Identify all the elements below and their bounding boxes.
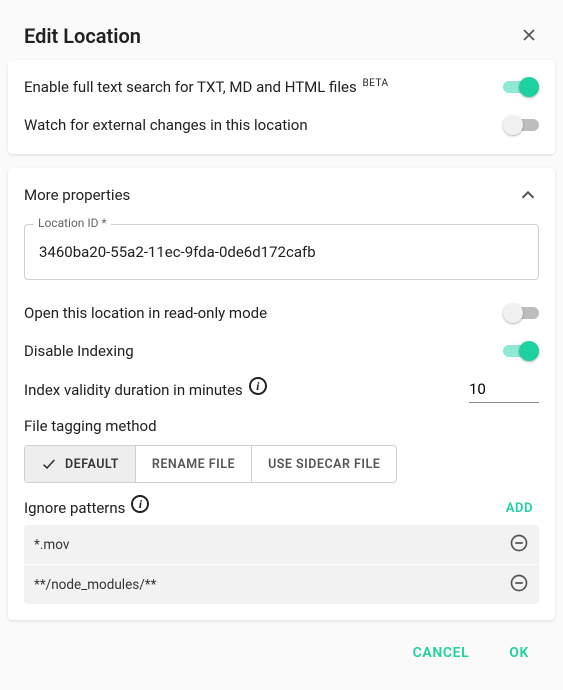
readonly-toggle[interactable] [503,303,539,323]
edit-location-dialog: Edit Location Enable full text search fo… [0,0,563,676]
pattern-text: **/node_modules/** [34,577,156,593]
file-tagging-label: File tagging method [24,417,539,435]
list-item: *.mov [24,525,539,565]
full-text-toggle[interactable] [503,77,539,97]
ignore-patterns-header: Ignore patterns ADD [24,499,539,517]
card-more-properties: More properties Location ID * Open this … [8,168,555,620]
beta-badge: BETA [362,78,388,89]
list-item: **/node_modules/** [24,565,539,604]
tagging-rename-button[interactable]: RENAME FILE [136,446,252,482]
tagging-sidecar-button[interactable]: USE SIDECAR FILE [252,446,396,482]
index-validity-label-wrap: Index validity duration in minutes [24,381,267,399]
location-id-field: Location ID * [24,224,539,280]
location-id-legend: Location ID * [34,216,111,230]
ignore-patterns-label: Ignore patterns [24,499,125,517]
ignore-pattern-list: *.mov **/node_modules/** [24,525,539,604]
remove-pattern-button[interactable] [509,533,529,556]
dialog-actions: CANCEL OK [8,634,555,668]
dialog-title: Edit Location [24,24,141,48]
more-properties-header[interactable]: More properties [24,184,539,220]
info-icon[interactable] [249,377,267,395]
location-id-input[interactable] [24,224,539,280]
row-watch-changes: Watch for external changes in this locat… [24,106,539,144]
row-full-text-search: Enable full text search for TXT, MD and … [24,68,539,106]
full-text-label-text: Enable full text search for TXT, MD and … [24,78,357,96]
check-icon [41,456,57,472]
dialog-header: Edit Location [8,8,555,60]
file-tagging-group: DEFAULT RENAME FILE USE SIDECAR FILE [24,445,397,483]
add-pattern-button[interactable]: ADD [500,500,539,517]
disable-indexing-toggle[interactable] [503,341,539,361]
more-properties-title: More properties [24,186,130,204]
tagging-sidecar-label: USE SIDECAR FILE [268,457,380,472]
disable-indexing-label: Disable Indexing [24,342,134,360]
tagging-default-label: DEFAULT [65,457,119,472]
close-icon [519,25,539,45]
watch-toggle[interactable] [503,115,539,135]
remove-circle-icon [509,533,529,553]
ok-button[interactable]: OK [503,644,535,662]
index-validity-input[interactable] [469,376,539,403]
cancel-button[interactable]: CANCEL [407,644,476,662]
close-button[interactable] [519,25,539,48]
remove-circle-icon [509,573,529,593]
index-validity-label: Index validity duration in minutes [24,381,243,399]
tagging-rename-label: RENAME FILE [152,457,235,472]
remove-pattern-button[interactable] [509,573,529,596]
info-icon[interactable] [131,495,149,513]
row-disable-indexing: Disable Indexing [24,332,539,370]
pattern-text: *.mov [34,537,69,553]
full-text-label: Enable full text search for TXT, MD and … [24,78,389,96]
ignore-patterns-label-wrap: Ignore patterns [24,499,149,517]
watch-label: Watch for external changes in this locat… [24,116,308,134]
tagging-default-button[interactable]: DEFAULT [25,446,136,482]
readonly-label: Open this location in read-only mode [24,304,267,322]
chevron-up-icon [517,184,539,206]
row-readonly: Open this location in read-only mode [24,294,539,332]
card-basic: Enable full text search for TXT, MD and … [8,60,555,154]
row-index-validity: Index validity duration in minutes [24,370,539,409]
